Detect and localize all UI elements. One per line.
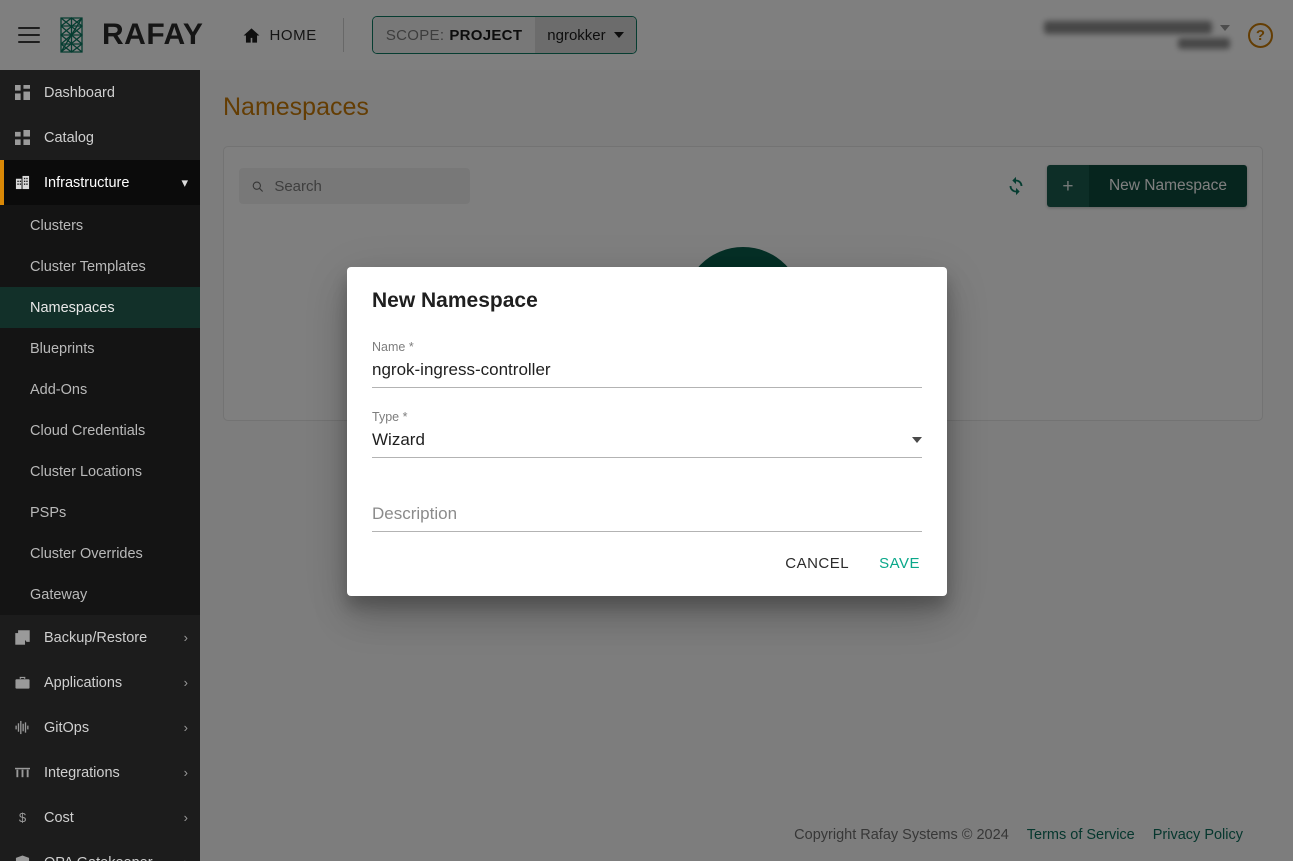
name-input[interactable]	[372, 360, 922, 380]
type-select[interactable]: Wizard	[372, 430, 922, 458]
sidebar-item-label: GitOps	[44, 720, 89, 736]
name-field-group: Name *	[372, 340, 922, 388]
sidebar-subitem-psps[interactable]: PSPs	[0, 492, 200, 533]
sidebar-item-label: Integrations	[44, 765, 120, 781]
sidebar-item-backup-restore[interactable]: Backup/Restore ›	[0, 615, 200, 660]
sidebar-item-integrations[interactable]: Integrations ›	[0, 750, 200, 795]
cancel-button[interactable]: CANCEL	[783, 549, 851, 578]
shield-icon	[14, 855, 30, 861]
sidebar-subitem-namespaces[interactable]: Namespaces	[0, 287, 200, 328]
building-icon	[14, 175, 30, 191]
sidebar-navigation: Dashboard Catalog Infrastructure ▾ Clust…	[0, 70, 200, 861]
sidebar-subitem-add-ons[interactable]: Add-Ons	[0, 369, 200, 410]
pipeline-icon	[14, 720, 30, 736]
sidebar-item-label: Cost	[44, 810, 74, 826]
catalog-grid-icon	[14, 130, 30, 146]
dollar-icon: $	[14, 810, 30, 826]
integrations-icon	[14, 765, 30, 781]
sidebar-item-applications[interactable]: Applications ›	[0, 660, 200, 705]
sidebar-subitem-cluster-overrides[interactable]: Cluster Overrides	[0, 533, 200, 574]
briefcase-icon	[14, 675, 30, 691]
copy-icon	[14, 630, 30, 646]
chevron-right-icon: ›	[184, 631, 188, 644]
sidebar-subitem-cluster-templates[interactable]: Cluster Templates	[0, 246, 200, 287]
sidebar-item-label: Catalog	[44, 130, 94, 146]
description-input[interactable]	[372, 504, 922, 524]
sidebar-subitem-blueprints[interactable]: Blueprints	[0, 328, 200, 369]
chevron-right-icon: ›	[184, 676, 188, 689]
sidebar-subitem-label: Cloud Credentials	[30, 423, 145, 439]
sidebar-subitem-label: Add-Ons	[30, 382, 87, 398]
sidebar-subitem-label: PSPs	[30, 505, 66, 521]
type-selected-value: Wizard	[372, 430, 912, 450]
sidebar-subitem-label: Cluster Overrides	[30, 546, 143, 562]
save-button[interactable]: SAVE	[877, 549, 922, 578]
sidebar-item-infrastructure[interactable]: Infrastructure ▾	[0, 160, 200, 205]
chevron-down-icon: ▾	[181, 176, 188, 189]
chevron-right-icon: ›	[184, 811, 188, 824]
sidebar-item-label: Applications	[44, 675, 122, 691]
chevron-right-icon: ›	[184, 721, 188, 734]
page-root: RAFAY HOME SCOPE: PROJECT ngrokker	[0, 0, 1293, 861]
sidebar-subitem-label: Gateway	[30, 587, 87, 603]
type-field-label: Type *	[372, 410, 922, 424]
chevron-right-icon: ›	[184, 856, 188, 861]
chevron-right-icon: ›	[184, 766, 188, 779]
dialog-title: New Namespace	[372, 289, 922, 313]
name-field-line	[372, 360, 922, 388]
sidebar-subitem-gateway[interactable]: Gateway	[0, 574, 200, 615]
sidebar-subitem-cluster-locations[interactable]: Cluster Locations	[0, 451, 200, 492]
sidebar-subitem-clusters[interactable]: Clusters	[0, 205, 200, 246]
description-field-group	[372, 504, 922, 532]
sidebar-item-label: Infrastructure	[44, 175, 129, 191]
sidebar-item-label: Backup/Restore	[44, 630, 147, 646]
svg-text:$: $	[18, 810, 26, 825]
sidebar-subitem-label: Namespaces	[30, 300, 115, 316]
sidebar-item-gitops[interactable]: GitOps ›	[0, 705, 200, 750]
sidebar-item-opa-gatekeeper[interactable]: OPA Gatekeeper ›	[0, 840, 200, 861]
sidebar-item-catalog[interactable]: Catalog	[0, 115, 200, 160]
sidebar-item-dashboard[interactable]: Dashboard	[0, 70, 200, 115]
new-namespace-dialog: New Namespace Name * Type * Wizard CANCE…	[347, 267, 947, 596]
sidebar-subitem-label: Clusters	[30, 218, 83, 234]
sidebar-subitem-label: Cluster Templates	[30, 259, 146, 275]
sidebar-item-label: OPA Gatekeeper	[44, 855, 153, 861]
sidebar-item-cost[interactable]: $ Cost ›	[0, 795, 200, 840]
dashboard-grid-icon	[14, 85, 30, 101]
sidebar-subitem-cloud-credentials[interactable]: Cloud Credentials	[0, 410, 200, 451]
sidebar-item-label: Dashboard	[44, 85, 115, 101]
sidebar-subitem-label: Cluster Locations	[30, 464, 142, 480]
chevron-down-icon	[912, 437, 922, 443]
sidebar-subitem-label: Blueprints	[30, 341, 94, 357]
dialog-actions: CANCEL SAVE	[783, 549, 922, 578]
description-field-line	[372, 504, 922, 532]
name-field-label: Name *	[372, 340, 922, 354]
infrastructure-submenu: Clusters Cluster Templates Namespaces Bl…	[0, 205, 200, 615]
type-field-group: Type * Wizard	[372, 410, 922, 458]
